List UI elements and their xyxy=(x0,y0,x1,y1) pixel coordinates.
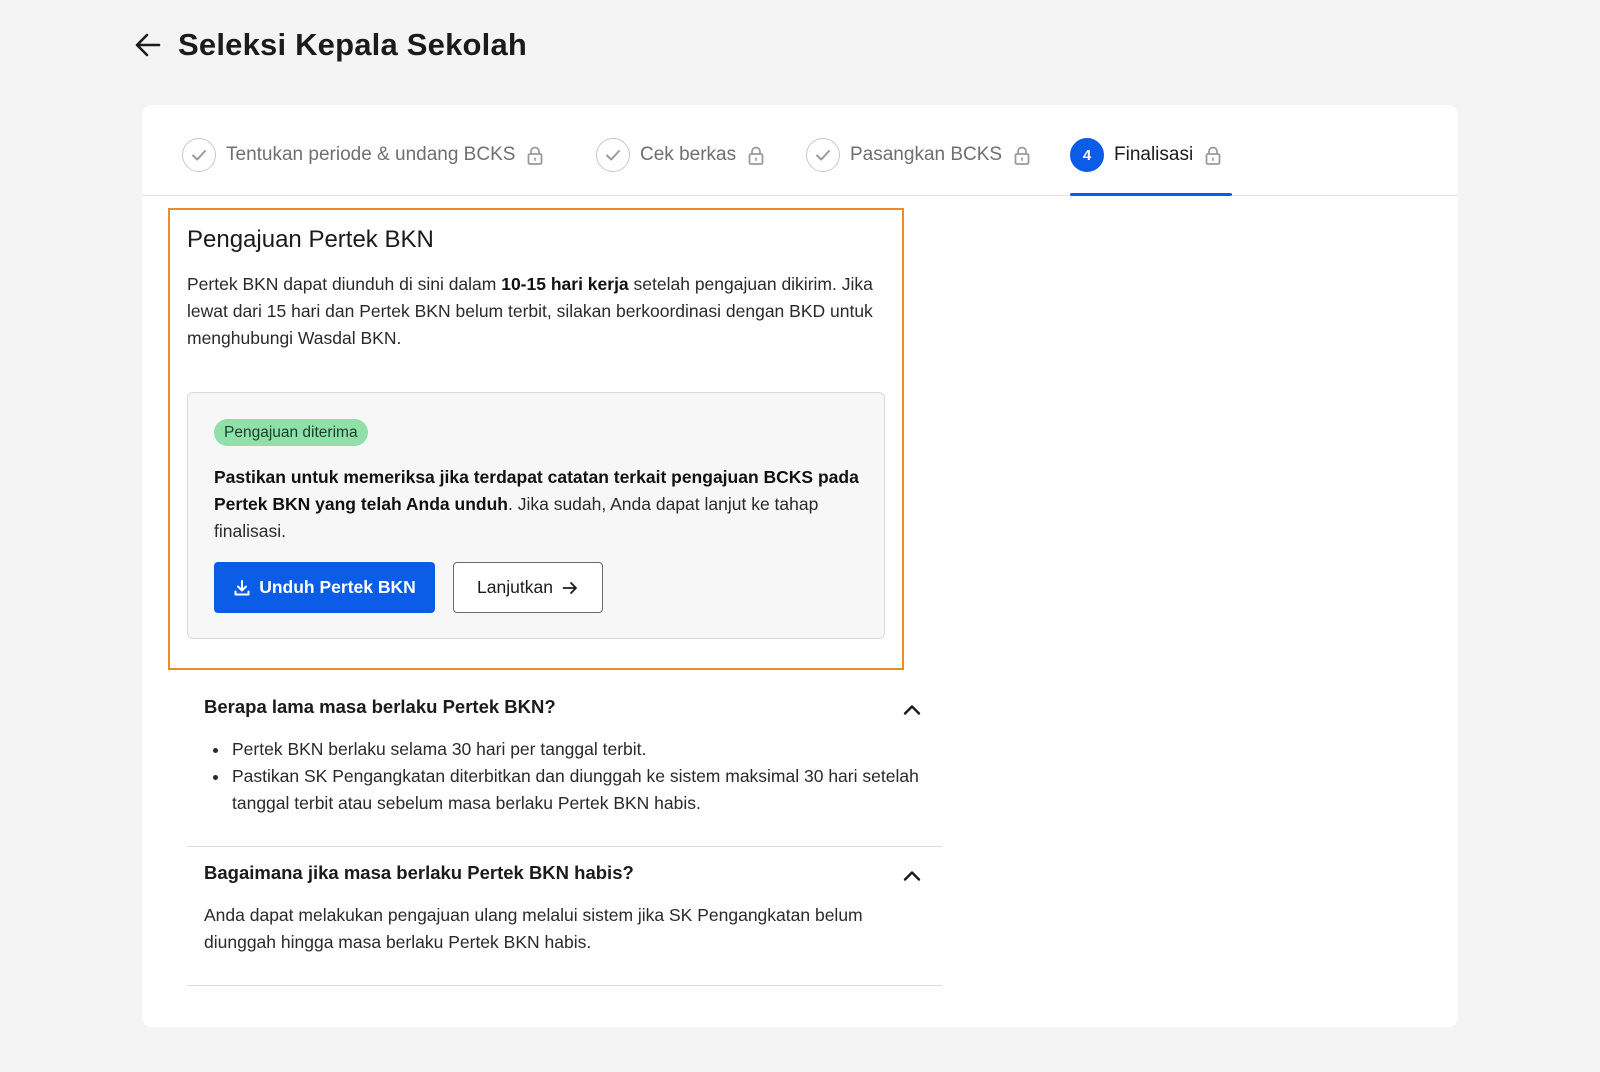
section-description: Pertek BKN dapat diunduh di sini dalam 1… xyxy=(187,274,873,348)
faq-question[interactable]: Berapa lama masa berlaku Pertek BKN? xyxy=(204,696,556,718)
lock-icon xyxy=(1014,146,1030,171)
check-icon xyxy=(606,150,620,161)
stepper: Tentukan periode & undang BCKS Cek berka… xyxy=(142,105,1458,196)
lock-icon xyxy=(527,146,543,171)
page-header: Seleksi Kepala Sekolah xyxy=(132,22,527,68)
chevron-up-icon[interactable] xyxy=(900,698,924,722)
faq-item: Bagaimana jika masa berlaku Pertek BKN h… xyxy=(187,862,942,986)
step-label: Pasangkan BCKS xyxy=(850,144,1003,165)
download-icon xyxy=(233,579,251,597)
faq-bullet: Pastikan SK Pengangkatan diterbitkan dan… xyxy=(230,763,930,817)
page-title: Seleksi Kepala Sekolah xyxy=(178,27,528,62)
faq-question[interactable]: Bagaimana jika masa berlaku Pertek BKN h… xyxy=(204,862,634,884)
continue-button[interactable]: Lanjutkan xyxy=(453,562,603,613)
step-done-indicator xyxy=(596,138,630,172)
status-card: Pengajuan diterima Pastikan untuk memeri… xyxy=(187,392,885,639)
step-number-indicator: 4 xyxy=(1070,138,1104,172)
download-pertek-button[interactable]: Unduh Pertek BKN xyxy=(214,562,435,613)
step-label: Tentukan periode & undang BCKS xyxy=(226,144,516,165)
lock-icon xyxy=(1205,146,1221,171)
step-cek-berkas[interactable]: Cek berkas xyxy=(596,138,764,195)
step-label: Finalisasi xyxy=(1114,144,1194,165)
faq-answer-list: Pertek BKN berlaku selama 30 hari per ta… xyxy=(204,736,930,817)
faq-item: Berapa lama masa berlaku Pertek BKN? Per… xyxy=(187,696,942,847)
check-icon xyxy=(816,150,830,161)
status-message: Pastikan untuk memeriksa jika terdapat c… xyxy=(214,467,859,541)
step-tentukan-periode[interactable]: Tentukan periode & undang BCKS xyxy=(182,138,543,195)
step-label: Cek berkas xyxy=(640,144,737,165)
arrow-right-icon xyxy=(561,579,579,597)
chevron-up-icon[interactable] xyxy=(900,864,924,888)
status-badge: Pengajuan diterima xyxy=(214,419,368,446)
back-button[interactable] xyxy=(132,29,164,61)
continue-label: Lanjutkan xyxy=(477,577,553,597)
check-icon xyxy=(192,150,206,161)
step-done-indicator xyxy=(182,138,216,172)
download-label: Unduh Pertek BKN xyxy=(259,577,416,597)
active-step-indicator xyxy=(1070,193,1232,196)
faq-bullet: Pertek BKN berlaku selama 30 hari per ta… xyxy=(230,736,930,763)
step-pasangkan-bcks[interactable]: Pasangkan BCKS xyxy=(806,138,1030,195)
faq-answer: Anda dapat melakukan pengajuan ulang mel… xyxy=(204,905,863,952)
step-finalisasi[interactable]: 4 Finalisasi xyxy=(1070,138,1232,196)
lock-icon xyxy=(748,146,764,171)
step-done-indicator xyxy=(806,138,840,172)
arrow-left-icon xyxy=(135,33,161,57)
section-title: Pengajuan Pertek BKN xyxy=(187,226,434,253)
